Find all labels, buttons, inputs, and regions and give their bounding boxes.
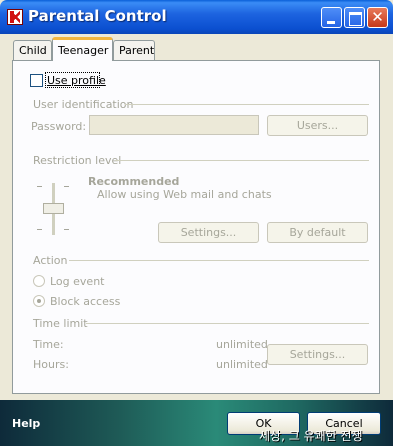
slider-tick [64,229,69,230]
title-bar[interactable]: Parental Control ✕ [0,0,393,34]
use-profile-checkbox[interactable] [30,74,43,87]
tab-teenager[interactable]: Teenager [52,37,113,61]
kaspersky-logo-icon [7,9,23,25]
section-divider [69,260,369,261]
use-profile-label[interactable]: Use profile [47,74,106,87]
time-label: Time: [33,338,64,351]
log-event-radio[interactable] [33,275,45,287]
password-input[interactable] [89,115,259,135]
slider-tick [64,186,69,187]
section-divider [115,160,369,161]
action-title: Action [33,254,68,267]
slider-tick [37,186,42,187]
restriction-level-description: Allow using Web mail and chats [97,188,272,201]
hours-value: unlimited [216,358,268,371]
time-limit-title: Time limit [33,317,88,330]
log-event-label[interactable]: Log event [50,275,104,288]
hours-label: Hours: [33,358,69,371]
restriction-settings-button[interactable]: Settings... [158,222,259,243]
users-button[interactable]: Users... [267,115,368,136]
tab-child[interactable]: Child [13,40,52,60]
window-title: Parental Control [28,7,167,25]
by-default-button[interactable]: By default [267,222,368,243]
block-access-label[interactable]: Block access [50,295,120,308]
password-label: Password: [31,120,87,133]
help-link[interactable]: Help [12,417,40,430]
restriction-slider-thumb[interactable] [43,203,64,214]
time-value: unlimited [216,338,268,351]
section-divider [86,323,369,324]
close-button[interactable]: ✕ [367,7,388,28]
restriction-level-title: Restriction level [33,154,122,167]
watermark-text: 세상, 그 유쾌한 전쟁 [259,429,363,443]
maximize-button[interactable] [344,7,365,28]
user-identification-title: User identification [33,98,134,111]
restriction-level-name: Recommended [88,175,180,188]
time-limit-settings-button[interactable]: Settings... [267,344,368,365]
slider-tick [37,229,42,230]
block-access-radio[interactable] [33,295,45,307]
parental-control-window: Parental Control ✕ Child Teenager Parent… [0,0,393,446]
tab-parent[interactable]: Parent [113,40,155,60]
close-icon: ✕ [371,8,384,26]
minimize-button[interactable] [321,7,342,28]
section-divider [125,104,369,105]
